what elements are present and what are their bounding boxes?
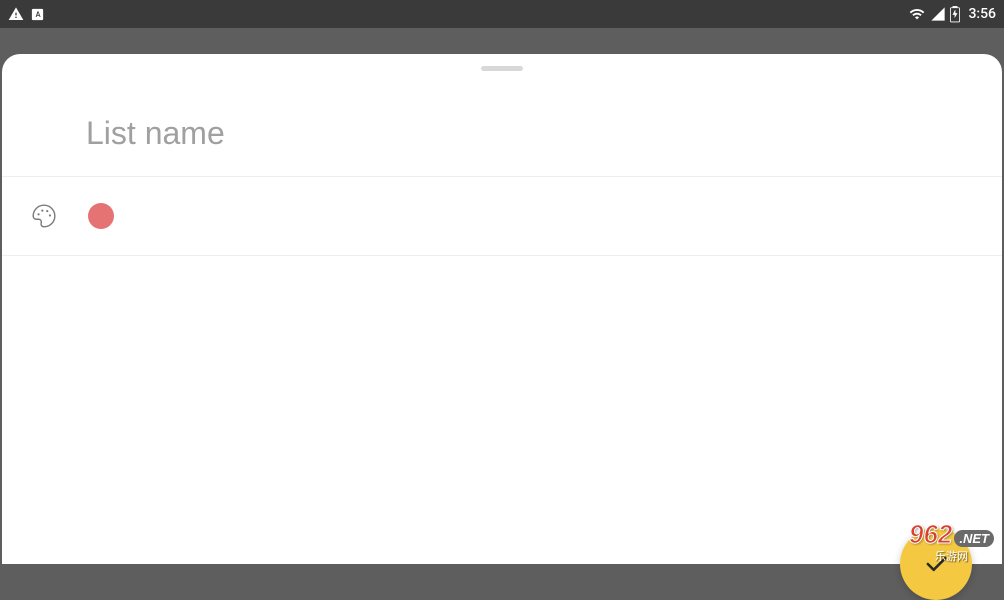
status-bar-right: 3:56 [908,5,996,23]
status-bar-left [8,6,45,22]
cellular-icon [930,6,946,22]
drag-handle[interactable] [481,66,523,71]
list-name-row [2,59,1002,176]
bottom-sheet: 962 .NET 乐游网 [2,54,1002,564]
warning-icon [8,6,24,22]
color-picker-row[interactable] [2,177,1002,255]
modal-backdrop: 962 .NET 乐游网 [0,28,1004,564]
status-time: 3:56 [968,6,996,22]
divider [2,255,1002,256]
font-icon [30,7,45,22]
color-swatch-selected[interactable] [88,203,114,229]
battery-charging-icon [950,5,960,23]
list-name-input[interactable] [86,115,918,152]
check-icon [922,550,950,578]
palette-icon [30,202,58,230]
status-bar: 3:56 [0,0,1004,28]
confirm-fab[interactable] [900,528,972,600]
wifi-icon [908,6,926,22]
